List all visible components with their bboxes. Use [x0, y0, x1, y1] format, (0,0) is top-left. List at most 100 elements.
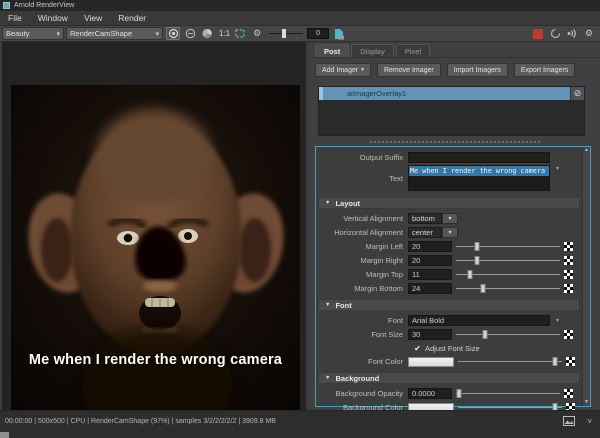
chevron-down-icon[interactable]: ▾ [556, 317, 559, 324]
adjust-font-size-row: ✔ Adjust Font Size [316, 342, 582, 354]
margin-bottom-row: Margin Bottom 24 [316, 282, 582, 295]
camera-select[interactable]: RenderCamShape ▾ [66, 27, 163, 40]
status-icons: ˅ [563, 416, 592, 426]
text-field[interactable]: Me when I render the wrong camera [408, 165, 550, 191]
adjust-font-size-checkbox[interactable]: ✔ [413, 344, 422, 353]
import-imagers-button[interactable]: Import Imagers [447, 63, 508, 77]
menu-render[interactable]: Render [110, 13, 154, 23]
map-texture-button[interactable] [564, 389, 573, 398]
export-imagers-button[interactable]: Export Imagers [514, 63, 575, 77]
display-gamma-slider[interactable] [269, 27, 303, 40]
properties-scrollbar[interactable]: ▲ ▼ [582, 147, 590, 406]
font-field[interactable]: Arial Bold [408, 315, 550, 326]
title-bar: Arnold RenderView [0, 0, 600, 11]
disable-icon: ⊘ [574, 89, 582, 99]
background-opacity-slider[interactable] [456, 387, 560, 400]
tab-post[interactable]: Post [315, 44, 349, 57]
remove-imager-button[interactable]: Remove Imager [377, 63, 441, 77]
snapshot-image-icon[interactable] [563, 416, 575, 426]
margin-top-slider[interactable] [456, 268, 560, 281]
margin-right-field[interactable]: 20 [408, 255, 452, 266]
margin-right-slider[interactable] [456, 254, 560, 267]
panel-tabs: Post Display Pixel [310, 42, 600, 58]
slider-handle[interactable] [481, 284, 486, 293]
chevron-down-icon[interactable]: ˅ [587, 417, 592, 426]
slider-handle[interactable] [457, 389, 462, 398]
tab-pixel[interactable]: Pixel [396, 44, 430, 57]
font-row: Font Arial Bold ▾ [316, 314, 582, 327]
margin-top-field[interactable]: 11 [408, 269, 452, 280]
map-texture-button[interactable] [564, 242, 573, 251]
map-texture-button[interactable] [564, 330, 573, 339]
toolbar-right-group: ⚙ [528, 27, 600, 40]
map-texture-button[interactable] [564, 270, 573, 279]
margin-left-slider[interactable] [456, 240, 560, 253]
selected-text: Me when I render the wrong camera [409, 166, 549, 176]
app-icon [3, 2, 10, 9]
collapse-icon: ▼ [325, 375, 330, 381]
horizontal-alignment-select[interactable]: center [408, 227, 442, 238]
vertical-alignment-select[interactable]: bottom [408, 213, 442, 224]
margin-bottom-slider[interactable] [456, 282, 560, 295]
add-imager-button[interactable]: Add Imager ▾ [315, 63, 371, 77]
menu-file[interactable]: File [0, 13, 30, 23]
font-size-row: Font Size 30 [316, 328, 582, 341]
render-viewport[interactable]: Me when I render the wrong camera [2, 42, 306, 410]
exposure-value-field[interactable]: 0 [307, 28, 329, 39]
status-bar: 00:00:00 | 500x500 | CPU | RenderCamShap… [0, 410, 600, 438]
render-overlay-caption: Me when I render the wrong camera [11, 352, 300, 368]
font-section-header[interactable]: ▼ Font [318, 299, 580, 311]
color-wheel-icon[interactable] [200, 27, 214, 40]
slider-handle[interactable] [474, 256, 479, 265]
scroll-down-icon[interactable]: ▼ [584, 399, 589, 406]
background-opacity-field[interactable]: 0.0000 [408, 388, 452, 399]
font-color-swatch[interactable] [408, 357, 454, 367]
snapshot-icon[interactable] [183, 27, 197, 40]
imager-list[interactable]: aiImagerOverlay1 ⊘ [318, 86, 585, 136]
font-size-slider[interactable] [456, 328, 560, 341]
font-size-field[interactable]: 30 [408, 329, 452, 340]
render-region-icon[interactable] [166, 27, 180, 40]
splitter-handle[interactable] [370, 141, 540, 143]
map-texture-button[interactable] [566, 357, 575, 366]
menu-bar: File Window View Render [0, 11, 600, 26]
slider-handle[interactable] [552, 357, 557, 366]
chevron-down-icon[interactable]: ▾ [556, 165, 559, 172]
menu-view[interactable]: View [76, 13, 110, 23]
background-section-header[interactable]: ▼ Background [318, 372, 580, 384]
resize-grip[interactable] [0, 432, 9, 438]
horizontal-alignment-row: Horizontal Alignment center ▾ [316, 226, 582, 239]
gear-icon[interactable]: ⚙ [250, 27, 264, 40]
margin-left-row: Margin Left 20 [316, 240, 582, 253]
margin-left-field[interactable]: 20 [408, 241, 452, 252]
crop-region-icon[interactable] [233, 27, 247, 40]
zoom-1to1-button[interactable]: 1:1 [219, 29, 230, 38]
imager-name: aiImagerOverlay1 [323, 89, 570, 98]
margin-bottom-field[interactable]: 24 [408, 283, 452, 294]
chevron-down-icon[interactable]: ▾ [442, 227, 458, 238]
chevron-down-icon[interactable]: ▾ [442, 213, 458, 224]
map-texture-button[interactable] [564, 256, 573, 265]
output-suffix-field[interactable] [408, 152, 550, 163]
settings-gear-icon[interactable]: ⚙ [582, 27, 596, 40]
aov-select[interactable]: Beauty ▾ [2, 27, 64, 40]
layout-section-header[interactable]: ▼ Layout [318, 197, 580, 209]
tab-display[interactable]: Display [351, 44, 394, 57]
properties-content: Output Suffix Text Me when I render the … [316, 147, 582, 415]
imager-properties-panel: Output Suffix Text Me when I render the … [315, 146, 591, 407]
menu-window[interactable]: Window [30, 13, 76, 23]
ipr-broadcast-icon[interactable] [565, 27, 579, 40]
imager-list-item-selected[interactable]: aiImagerOverlay1 ⊘ [319, 87, 584, 100]
stop-render-button[interactable] [531, 27, 545, 40]
slider-handle[interactable] [282, 29, 286, 38]
map-texture-button[interactable] [564, 284, 573, 293]
slider-handle[interactable] [467, 270, 472, 279]
slider-handle[interactable] [483, 330, 488, 339]
log-file-icon[interactable] [332, 27, 346, 40]
disable-imager-button[interactable]: ⊘ [570, 87, 584, 100]
text-row: Text Me when I render the wrong camera ▾ [316, 165, 582, 193]
scroll-up-icon[interactable]: ▲ [584, 147, 589, 154]
slider-handle[interactable] [474, 242, 479, 251]
font-color-slider[interactable] [458, 355, 562, 368]
refresh-render-icon[interactable] [548, 27, 562, 40]
